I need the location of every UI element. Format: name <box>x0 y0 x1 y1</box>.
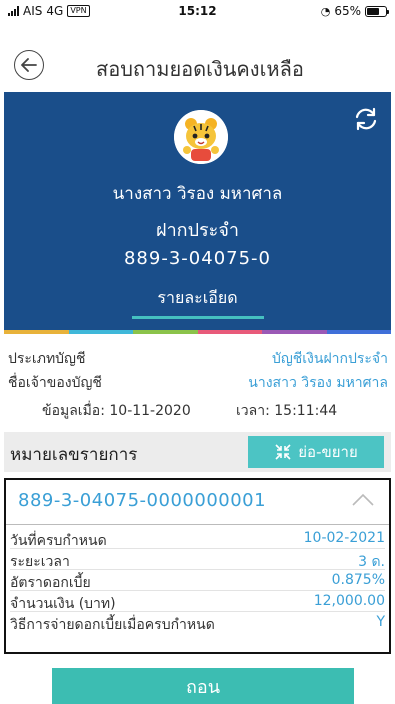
updated-time: เวลา: 15:11:44 <box>236 403 338 419</box>
stripe-segment <box>197 330 262 334</box>
collapse-expand-button[interactable]: ย่อ-ขยาย <box>248 436 384 468</box>
battery-icon <box>365 5 389 17</box>
deposit-row-value: 12,000.00 <box>313 593 385 609</box>
withdraw-button[interactable]: ถอน <box>52 668 354 704</box>
owner-label: ชื่อเจ้าของบัญชี <box>8 375 102 391</box>
deposit-id: 889-3-04075-0000000001 <box>18 490 267 511</box>
collapse-arrows-icon <box>275 444 291 460</box>
deposit-row: วิธีการจ่ายดอกเบี้ยเมื่อครบกำหนด Y <box>10 612 385 633</box>
owner-value: นางสาว วิรอง มหาศาล <box>248 375 388 391</box>
alarm-icon: ◔ <box>320 4 331 18</box>
detail-tab-indicator <box>132 316 264 319</box>
app-header: สอบถามยอดเงินคงเหลือ <box>0 40 395 90</box>
owner-name: นางสาว วิรอง มหาศาล <box>112 184 283 204</box>
avatar <box>174 110 228 164</box>
deposit-row: ระยะเวลา 3 ด. <box>10 549 385 570</box>
stripe-segment <box>68 330 133 334</box>
status-right: ◔ 65% <box>320 4 389 18</box>
deposit-row-value: 0.875% <box>331 572 385 588</box>
battery-percent: 65% <box>334 4 361 18</box>
back-button[interactable] <box>14 50 44 80</box>
deposit-details: วันที่ครบกำหนด 10-02-2021 ระยะเวลา 3 ด. … <box>10 528 385 633</box>
status-bar: AIS 4G VPN 15:12 ◔ 65% <box>0 0 395 22</box>
account-type-value: บัญชีเงินฝากประจำ <box>271 351 388 367</box>
deposit-row-value: 10-02-2021 <box>303 530 385 546</box>
account-number: 889-3-04075-0 <box>123 248 271 269</box>
color-stripe <box>4 330 391 334</box>
deposit-row-label: วิธีการจ่ายดอกเบี้ยเมื่อครบกำหนด <box>10 617 215 633</box>
chevron-up-icon[interactable] <box>351 492 375 508</box>
deposit-card-header[interactable]: 889-3-04075-0000000001 <box>6 480 389 524</box>
section-title: หมายเลขรายการ <box>10 445 138 465</box>
account-banner: นางสาว วิรอง มหาศาล ฝากประจำ 889-3-04075… <box>4 92 391 334</box>
account-type-label: ประเภทบัญชี <box>8 351 86 367</box>
deposit-row: วันที่ครบกำหนด 10-02-2021 <box>10 528 385 549</box>
deposit-row: จำนวนเงิน (บาท) 12,000.00 <box>10 591 385 612</box>
stripe-segment <box>4 330 69 334</box>
stripe-segment <box>262 330 327 334</box>
account-type: ฝากประจำ <box>156 220 239 241</box>
detail-tab[interactable]: รายละเอียด <box>4 286 391 311</box>
updated-date: ข้อมูลเมื่อ: 10-11-2020 <box>42 403 191 419</box>
stripe-segment <box>326 330 391 334</box>
transaction-section-header: หมายเลขรายการ ย่อ-ขยาย <box>4 432 391 472</box>
stripe-segment <box>133 330 198 334</box>
deposit-row: อัตราดอกเบี้ย 0.875% <box>10 570 385 591</box>
divider <box>6 524 389 525</box>
deposit-row-value: Y <box>376 614 385 630</box>
refresh-icon[interactable] <box>353 106 379 132</box>
arrow-left-icon <box>21 58 37 72</box>
deposit-card: 889-3-04075-0000000001 วันที่ครบกำหนด 10… <box>4 478 391 654</box>
tiger-mascot-icon <box>174 110 228 164</box>
collapse-expand-label: ย่อ-ขยาย <box>298 443 358 461</box>
page-title: สอบถามยอดเงินคงเหลือ <box>96 57 304 81</box>
